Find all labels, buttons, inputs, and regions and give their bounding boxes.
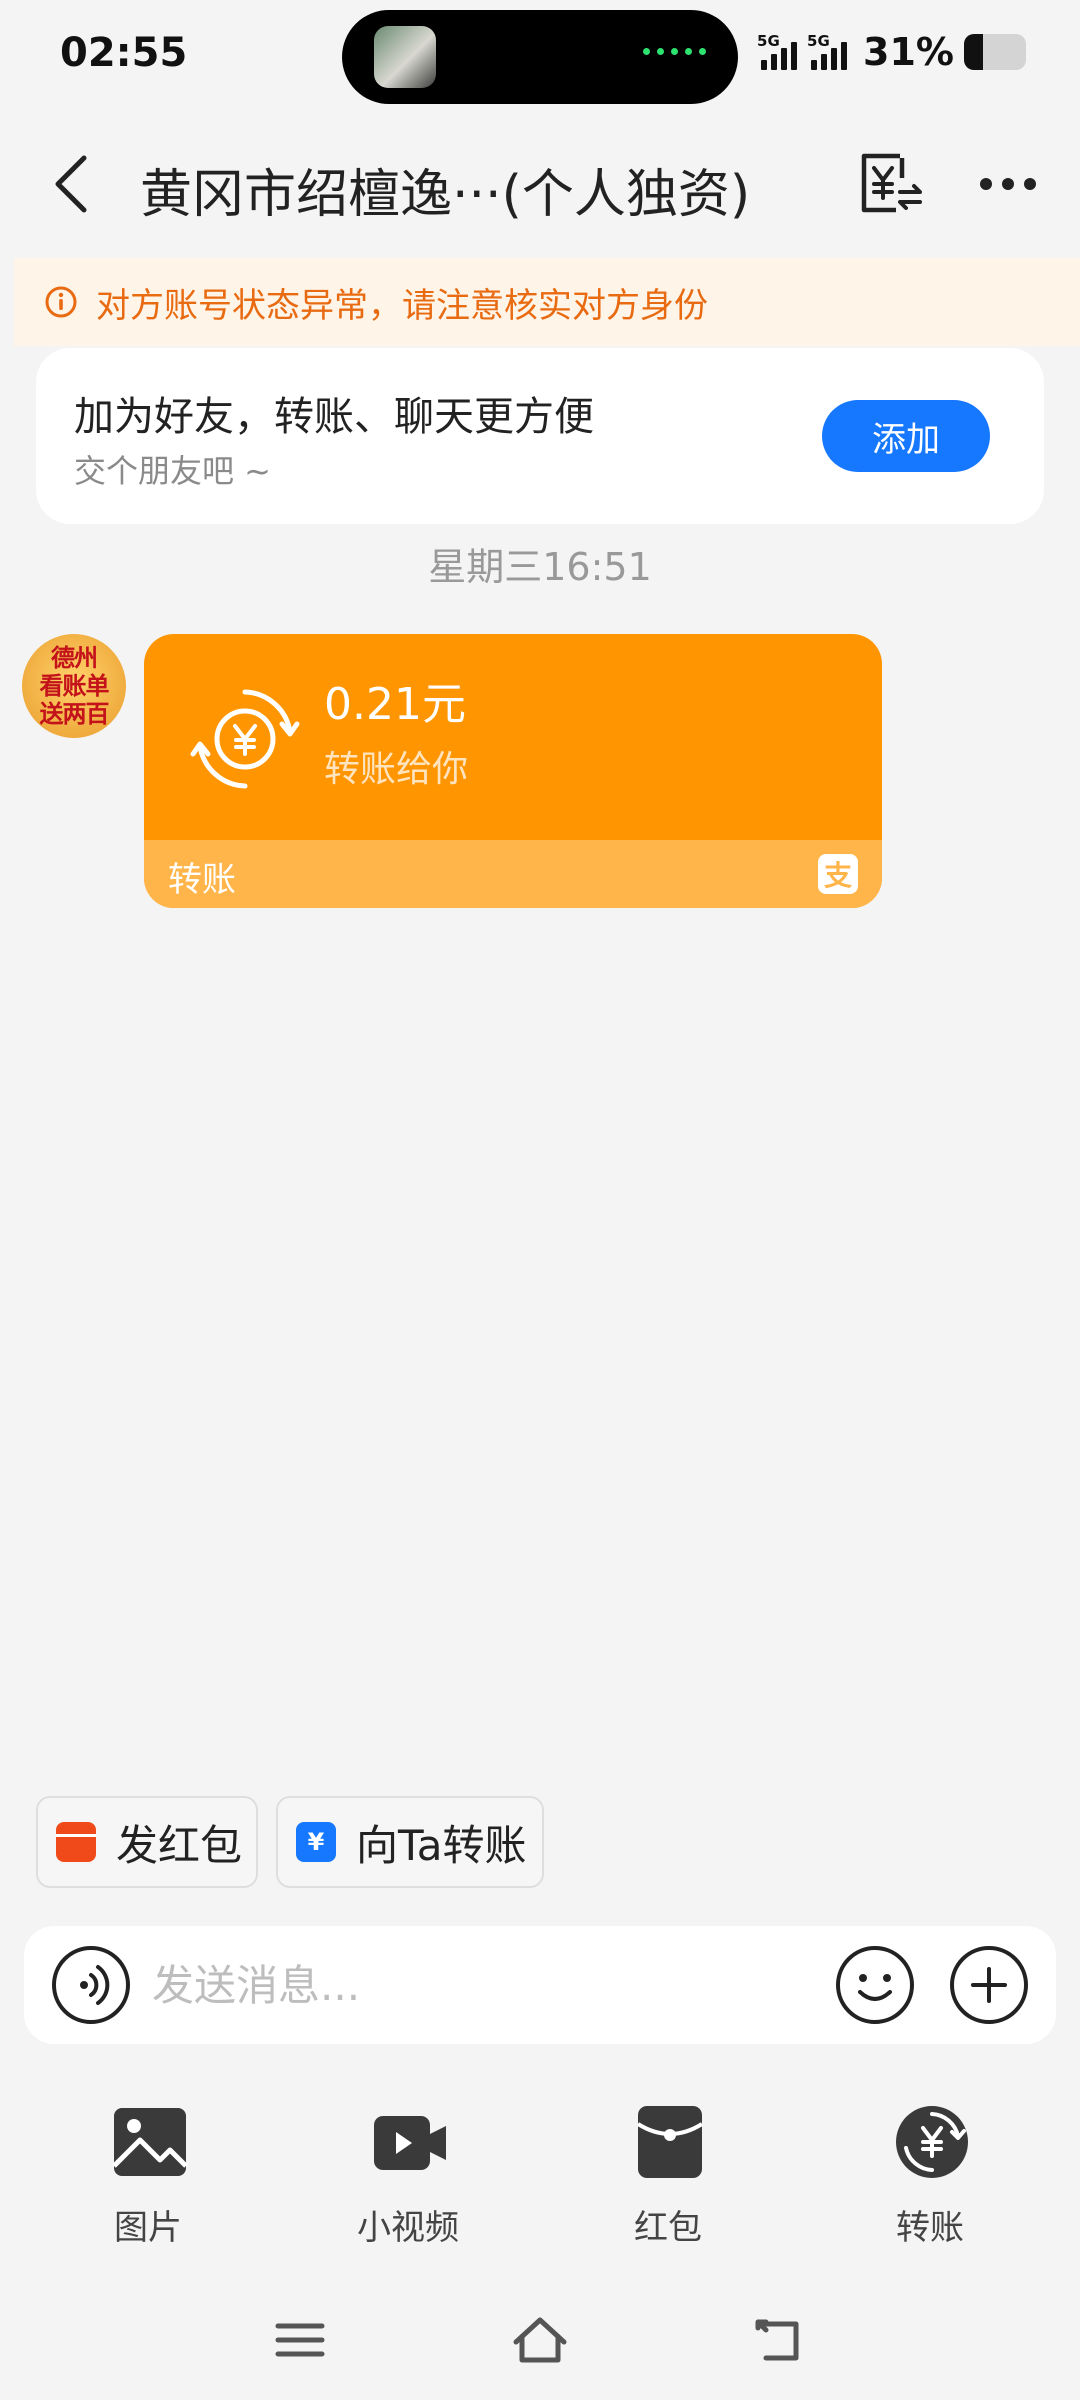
add-friend-button[interactable]: 添加 <box>822 400 990 472</box>
transfer-footer: 转账 支 <box>144 840 882 908</box>
media-thumbnail <box>374 26 436 88</box>
red-packet-icon <box>56 1822 96 1862</box>
tool-video[interactable]: 小视频 <box>318 2104 498 2254</box>
info-circle-icon <box>45 286 77 318</box>
yuan-bill-icon[interactable] <box>856 150 924 218</box>
tool-red-packet-label: 红包 <box>634 2208 702 2248</box>
tool-image-label: 图片 <box>114 2208 182 2248</box>
send-red-packet-label: 发红包 <box>116 1820 243 1870</box>
transfer-message-card[interactable]: 0.21元 转账给你 转账 支 <box>144 634 882 908</box>
transfer-amount: 0.21元 <box>324 679 466 730</box>
battery-icon <box>964 34 1026 70</box>
warning-text: 对方账号状态异常，请注意核实对方身份 <box>96 285 708 326</box>
transfer-description: 转账给你 <box>324 749 469 790</box>
send-red-packet-button[interactable]: 发红包 <box>36 1796 258 1888</box>
activity-dots-icon <box>643 48 706 55</box>
message-timestamp: 星期三16:51 <box>428 545 652 589</box>
avatar-text: 看账单 <box>39 672 110 700</box>
dynamic-island[interactable] <box>342 10 738 104</box>
transfer-footer-label: 转账 <box>168 860 236 900</box>
avatar-text: 德州 <box>51 644 98 672</box>
tool-transfer[interactable]: 转账 <box>840 2104 1020 2254</box>
image-icon <box>112 2108 188 2176</box>
tool-transfer-label: 转账 <box>896 2208 964 2248</box>
alipay-icon: 支 <box>818 854 858 894</box>
status-bar: 02:55 5G 5G 31% <box>0 0 1080 118</box>
system-navigation-bar <box>0 2300 1080 2380</box>
transfer-icon <box>896 2106 968 2178</box>
tool-video-label: 小视频 <box>357 2208 459 2248</box>
transfer-to-ta-label: 向Ta转账 <box>356 1820 527 1870</box>
more-dots-icon[interactable] <box>974 160 1042 208</box>
add-friend-subtitle: 交个朋友吧 ~ <box>74 452 271 490</box>
battery-percent: 31% <box>863 30 954 74</box>
transfer-yuan-icon: ¥ <box>296 1822 336 1862</box>
back-button[interactable] <box>44 152 108 216</box>
signal-icon: 5G <box>757 32 798 70</box>
emoji-icon[interactable] <box>834 1944 916 2026</box>
tool-red-packet[interactable]: 红包 <box>578 2104 758 2254</box>
signal-icon: 5G <box>807 32 848 70</box>
avatar[interactable]: 德州 看账单 送两百 <box>22 634 126 738</box>
tool-image[interactable]: 图片 <box>58 2104 238 2254</box>
network-type-label: 5G <box>757 32 780 50</box>
voice-input-icon[interactable] <box>50 1944 132 2026</box>
avatar-text: 送两百 <box>39 700 110 728</box>
message-input-bar <box>24 1926 1056 2044</box>
transfer-icon <box>190 689 300 789</box>
transfer-to-ta-button[interactable]: ¥ 向Ta转账 <box>276 1796 544 1888</box>
status-time: 02:55 <box>60 30 188 76</box>
message-input[interactable] <box>152 1950 832 2020</box>
plus-icon[interactable] <box>948 1944 1030 2026</box>
chat-title: 黄冈市绍檀逸···(个人独资) <box>140 165 751 225</box>
home-icon[interactable] <box>512 2312 568 2368</box>
network-type-label: 5G <box>807 32 830 50</box>
red-packet-icon <box>636 2106 704 2178</box>
chat-header: 黄冈市绍檀逸···(个人独资) <box>0 130 1080 240</box>
menu-icon[interactable] <box>272 2312 328 2368</box>
add-friend-title: 加为好友，转账、聊天更方便 <box>74 394 594 440</box>
video-icon <box>374 2116 446 2170</box>
add-friend-card: 加为好友，转账、聊天更方便 交个朋友吧 ~ 添加 <box>36 348 1044 524</box>
back-nav-icon[interactable] <box>752 2312 808 2368</box>
account-warning-banner: 对方账号状态异常，请注意核实对方身份 <box>14 258 1080 346</box>
